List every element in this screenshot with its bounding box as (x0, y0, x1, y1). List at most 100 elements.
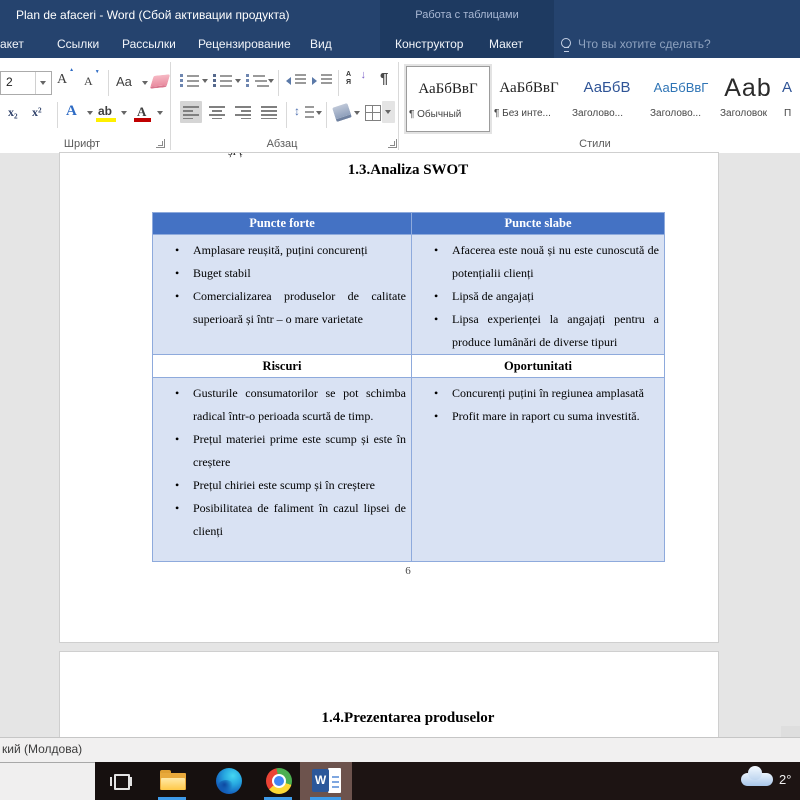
status-bar (0, 737, 800, 762)
file-explorer-icon[interactable] (160, 770, 186, 791)
tab-mailings[interactable]: Рассылки (122, 30, 176, 58)
tellme-box[interactable]: Что вы хотите сделать? (578, 30, 711, 58)
table-row: Gusturile consumatorilor se pot schimba … (153, 378, 665, 562)
ribbon: 2 А А Aa x₂ x² А ab А Шрифт А (0, 58, 800, 154)
change-case-dropdown[interactable] (142, 81, 148, 85)
clear-formatting-icon[interactable] (150, 74, 170, 89)
tab-view[interactable]: Вид (310, 30, 332, 58)
swot-item: Lipsa experienței la angajați pentru a p… (412, 308, 664, 354)
tab-table-design[interactable]: Конструктор (395, 30, 463, 58)
swot-item: Amplasare reușită, puțini concurenți (153, 239, 411, 262)
shading-bucket-icon[interactable] (332, 103, 352, 122)
chrome-browser-icon[interactable] (266, 768, 292, 794)
swot-header-strengths: Puncte forte (153, 213, 412, 235)
word-app-icon[interactable]: W (312, 767, 341, 794)
document-page-6[interactable]: și ț 1.3.Analiza SWOT Puncte forte Punct… (60, 153, 718, 642)
taskbar-search-box[interactable] (0, 762, 95, 800)
swot-cell-risks: Gusturile consumatorilor se pot schimba … (153, 378, 412, 562)
tab-table-layout[interactable]: Макет (489, 30, 523, 58)
highlight-color-button[interactable]: ab (98, 104, 112, 118)
align-right-button[interactable] (232, 101, 254, 123)
borders-icon[interactable] (365, 105, 381, 121)
style-no-spacing[interactable]: АаБбВвГ ¶ Без инте... (492, 66, 566, 130)
font-size-dropdown[interactable] (35, 72, 51, 94)
clipped-line-fragment: și ț (228, 153, 272, 158)
align-center-button[interactable] (206, 101, 228, 123)
word-letter: W (312, 769, 329, 792)
line-spacing-icon[interactable]: ↕ (294, 104, 314, 120)
tab-references[interactable]: Ссылки (57, 30, 99, 58)
multilevel-list-icon[interactable] (246, 73, 265, 87)
style-heading1[interactable]: АаБбВ Заголово... (570, 66, 644, 130)
tab-review[interactable]: Рецензирование (198, 30, 291, 58)
highlight-dropdown[interactable] (121, 111, 127, 115)
subscript-button[interactable]: x₂ (8, 105, 18, 120)
sort-icon[interactable]: А Я ↓ (346, 71, 364, 87)
separator (326, 102, 327, 128)
swot-cell-strengths: Amplasare reușită, puțini concurenți Bug… (153, 235, 412, 355)
text-effects-dropdown[interactable] (87, 111, 93, 115)
task-view-icon[interactable] (110, 771, 132, 791)
swot-item: Profit mare in raport cu suma investită. (412, 405, 664, 428)
tellme-lightbulb-icon (561, 38, 571, 51)
highlight-color-bar (96, 118, 116, 122)
line-spacing-dropdown[interactable] (316, 111, 322, 115)
font-size-value: 2 (6, 75, 13, 89)
screen: Plan de afaceri - Word (Сбой активации п… (0, 0, 800, 800)
tab-layout-cropped[interactable]: акет (0, 30, 24, 58)
grow-font-button[interactable]: А (57, 72, 67, 88)
document-page-7[interactable]: 1.4.Prezentarea produselor (60, 652, 718, 737)
swot-item: Prețul materiei prime este scump și este… (153, 428, 411, 474)
paragraph-dialog-launcher[interactable] (388, 139, 397, 148)
multilevel-list-dropdown[interactable] (268, 79, 274, 83)
styles-group-label: Стили (400, 138, 790, 151)
edge-browser-icon[interactable] (216, 768, 242, 794)
separator (108, 70, 109, 96)
language-indicator[interactable]: кий (Молдова) (2, 737, 82, 762)
section-heading-1-4: 1.4.Prezentarea produselor (152, 710, 664, 727)
swot-cell-weaknesses: Afacerea este nouă și nu este cunoscută … (412, 235, 665, 355)
swot-item: Prețul chiriei este scump și în creștere (153, 474, 411, 497)
page-number: 6 (152, 565, 664, 577)
swot-item: Afacerea este nouă și nu este cunoscută … (412, 239, 664, 285)
font-group-label: Шрифт (0, 138, 164, 151)
table-row: Puncte forte Puncte slabe (153, 213, 665, 235)
show-formatting-marks-button[interactable]: ¶ (380, 70, 388, 87)
font-color-bar (134, 118, 151, 122)
weather-temperature[interactable]: 2° (779, 772, 791, 787)
swot-header-opportunities: Oportunitati (412, 355, 665, 378)
style-heading2[interactable]: АаБбВвГ Заголово... (648, 66, 714, 130)
font-size-combobox[interactable]: 2 (0, 71, 52, 95)
swot-header-weaknesses: Puncte slabe (412, 213, 665, 235)
group-separator (170, 62, 171, 150)
contextual-tab-group-label: Работа с таблицами (380, 0, 554, 30)
align-left-button[interactable] (180, 101, 202, 123)
style-normal[interactable]: АаБбВвГ ¶ Обычный (406, 66, 490, 132)
superscript-button[interactable]: x² (32, 105, 42, 120)
numbered-list-icon[interactable] (213, 73, 232, 87)
style-partial[interactable]: А П (782, 66, 800, 130)
increase-indent-icon[interactable] (312, 74, 332, 87)
separator (286, 102, 287, 128)
text-effects-button[interactable]: А (66, 103, 77, 120)
swot-item: Buget stabil (153, 262, 411, 285)
section-heading-1-3: 1.3.Analiza SWOT (152, 162, 664, 179)
decrease-indent-icon[interactable] (286, 74, 306, 87)
font-dialog-launcher[interactable] (156, 139, 165, 148)
table-row: Amplasare reușită, puțini concurenți Bug… (153, 235, 665, 355)
shrink-font-button[interactable]: А (84, 74, 93, 89)
scrollbar-corner[interactable] (781, 726, 800, 737)
justify-button[interactable] (258, 101, 280, 123)
weather-cloud-icon[interactable] (741, 773, 773, 786)
swot-item: Comercializarea produselor de calitate s… (153, 285, 411, 331)
numbered-list-dropdown[interactable] (235, 79, 241, 83)
bullet-list-dropdown[interactable] (202, 79, 208, 83)
borders-dropdown[interactable] (382, 101, 395, 123)
bullet-list-icon[interactable] (180, 73, 199, 87)
swot-item: Gusturile consumatorilor se pot schimba … (153, 382, 411, 428)
font-color-dropdown[interactable] (157, 111, 163, 115)
style-title[interactable]: Aab Заголовок (718, 66, 778, 130)
swot-table: Puncte forte Puncte slabe Amplasare reuș… (152, 212, 665, 562)
shading-dropdown[interactable] (354, 111, 360, 115)
change-case-button[interactable]: Aa (116, 74, 132, 89)
